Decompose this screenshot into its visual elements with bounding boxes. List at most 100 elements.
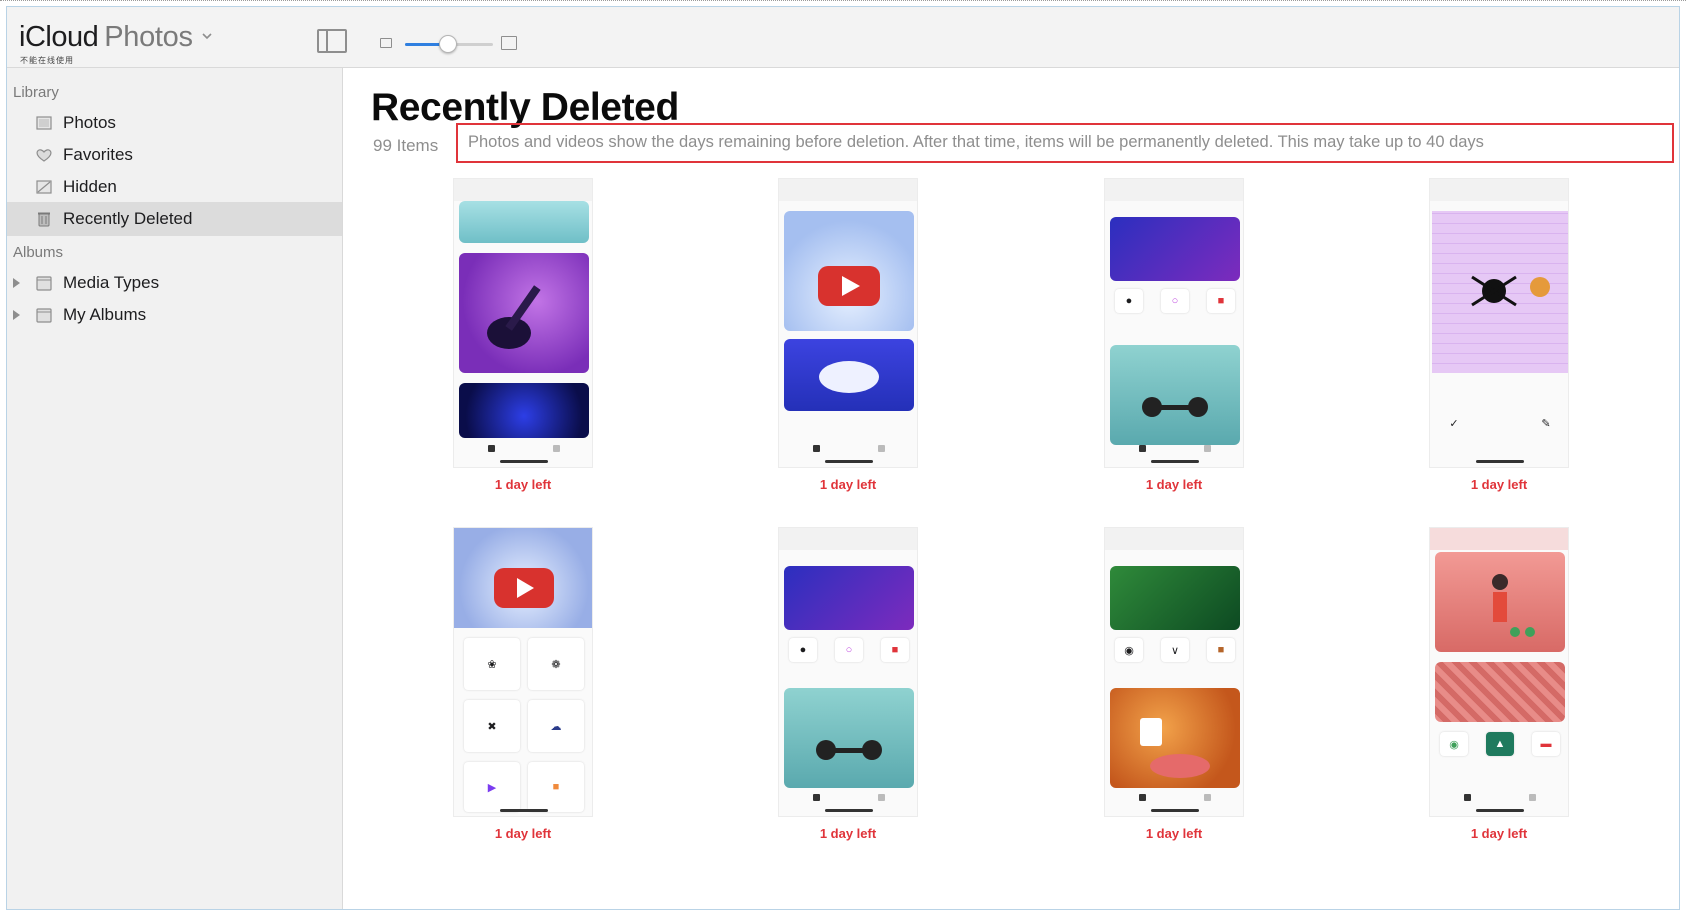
app-icon: ◉ bbox=[1440, 732, 1468, 756]
app-icon: ● bbox=[789, 638, 817, 662]
photo-thumbnail[interactable]: 1 day left bbox=[453, 178, 593, 492]
sidebar-item-hidden[interactable]: Hidden bbox=[7, 170, 342, 204]
zoom-out-icon[interactable] bbox=[380, 38, 392, 48]
days-left-label: 1 day left bbox=[494, 477, 552, 492]
tab-bar bbox=[813, 794, 885, 802]
card-nature bbox=[1110, 566, 1240, 630]
sidebar-item-photos[interactable]: Photos bbox=[7, 106, 342, 140]
sidebar: Library Photos Favorites Hidden Recently… bbox=[7, 68, 343, 909]
home-indicator bbox=[825, 809, 873, 812]
app-icon: ● bbox=[1115, 289, 1143, 313]
dumbbell-icon bbox=[1142, 397, 1208, 417]
item-count: 99 Items bbox=[373, 136, 439, 155]
card-neon bbox=[459, 383, 589, 438]
card-coffee bbox=[1110, 688, 1240, 788]
icon-row: ● ○ ■ bbox=[789, 638, 909, 662]
days-left-label: 1 day left bbox=[1470, 826, 1528, 841]
card-fitness bbox=[784, 688, 914, 788]
section-label-library: Library bbox=[13, 84, 59, 101]
app-icon: ❁ bbox=[528, 638, 584, 690]
screenshot-preview: ◉ ▲ ▬ bbox=[1429, 527, 1569, 817]
home-indicator bbox=[1151, 460, 1199, 463]
screenshot-preview: ❀ ❁ ✖ ☁ ▶ ■ bbox=[453, 527, 593, 817]
tab-bar bbox=[1139, 445, 1211, 453]
photo-thumbnail[interactable]: ◉ ∨ ■ 1 day left bbox=[1104, 527, 1244, 841]
tab-bar bbox=[488, 445, 560, 453]
toolbar: iCloud Photos 不能在线使用 bbox=[7, 7, 1679, 68]
sidebar-item-my-albums[interactable]: My Albums bbox=[7, 298, 342, 332]
zoom-in-icon[interactable] bbox=[501, 36, 517, 50]
folder-icon bbox=[36, 308, 52, 323]
screenshot-preview bbox=[778, 178, 918, 468]
tool-icon: ✎ bbox=[1541, 417, 1551, 430]
app-icon: ∨ bbox=[1161, 638, 1189, 662]
photo-thumbnail[interactable]: ◉ ▲ ▬ 1 day left bbox=[1429, 527, 1569, 841]
photo-thumbnail[interactable]: ● ○ ■ 1 day left bbox=[778, 527, 918, 841]
app-icon: ▶ bbox=[464, 762, 520, 812]
card-social bbox=[784, 566, 914, 630]
sidebar-item-label: My Albums bbox=[63, 305, 147, 324]
app-icon: ■ bbox=[881, 638, 909, 662]
days-left-label: 1 day left bbox=[1145, 477, 1203, 492]
tab-bar bbox=[1139, 794, 1211, 802]
card-person bbox=[1435, 552, 1565, 652]
zoom-slider-thumb[interactable] bbox=[439, 35, 457, 53]
main-content: Recently Deleted 99 Items Photos and vid… bbox=[343, 68, 1679, 909]
card-youtube bbox=[784, 211, 914, 331]
trash-icon bbox=[38, 212, 50, 227]
screenshot-preview: ● ○ ■ bbox=[1104, 178, 1244, 468]
photo-thumbnail[interactable]: ❀ ❁ ✖ ☁ ▶ ■ 1 day left bbox=[453, 527, 593, 841]
icon-grid-row: ▶ ■ bbox=[464, 762, 584, 812]
card-teal bbox=[459, 201, 589, 243]
app-icon: ▬ bbox=[1532, 732, 1560, 756]
sidebar-toggle-icon[interactable] bbox=[317, 29, 347, 53]
photo-thumbnail[interactable]: 1 day left bbox=[778, 178, 918, 492]
status-bar bbox=[1105, 528, 1243, 550]
app-icon: ■ bbox=[1207, 638, 1235, 662]
days-left-label: 1 day left bbox=[1145, 826, 1203, 841]
icon-grid-row: ✖ ☁ bbox=[464, 700, 584, 752]
home-indicator bbox=[825, 460, 873, 463]
icon-row: ◉ ▲ ▬ bbox=[1440, 732, 1560, 756]
photo-thumbnail[interactable]: ✓ ✎ 1 day left bbox=[1429, 178, 1569, 492]
chevron-down-icon bbox=[202, 33, 212, 40]
home-indicator bbox=[1476, 809, 1524, 812]
disclosure-triangle-icon[interactable] bbox=[13, 278, 20, 288]
card-editor bbox=[1432, 211, 1568, 373]
card-pipes bbox=[1435, 662, 1565, 722]
editor-tools: ✓ ✎ bbox=[1440, 411, 1560, 435]
app-brand-menu[interactable]: iCloud Photos bbox=[19, 21, 213, 54]
app-window: iCloud Photos 不能在线使用 Library Photos Favor… bbox=[6, 6, 1680, 910]
days-left-label: 1 day left bbox=[494, 826, 552, 841]
status-bar bbox=[1430, 179, 1568, 201]
person-icon bbox=[1492, 574, 1535, 637]
card-social bbox=[1110, 217, 1240, 281]
screenshot-preview: ✓ ✎ bbox=[1429, 178, 1569, 468]
sidebar-item-label: Favorites bbox=[63, 145, 133, 164]
guitar-icon bbox=[487, 285, 541, 349]
sidebar-item-media-types[interactable]: Media Types bbox=[7, 266, 342, 300]
hidden-icon bbox=[36, 180, 52, 194]
photo-thumbnail[interactable]: ● ○ ■ 1 day left bbox=[1104, 178, 1244, 492]
app-icon: ■ bbox=[1207, 289, 1235, 313]
youtube-icon bbox=[818, 266, 880, 306]
icon-row: ◉ ∨ ■ bbox=[1115, 638, 1235, 662]
home-indicator bbox=[500, 460, 548, 463]
card-youtube bbox=[454, 528, 592, 628]
sidebar-item-recently-deleted[interactable]: Recently Deleted bbox=[7, 202, 342, 236]
sidebar-item-favorites[interactable]: Favorites bbox=[7, 138, 342, 172]
deletion-notice: Photos and videos show the days remainin… bbox=[456, 123, 1674, 163]
folder-icon bbox=[36, 276, 52, 291]
days-left-label: 1 day left bbox=[819, 477, 877, 492]
top-dotted-edge bbox=[0, 0, 1686, 3]
card-gamepad bbox=[784, 339, 914, 411]
section-label-albums: Albums bbox=[13, 244, 64, 261]
home-indicator bbox=[1476, 460, 1524, 463]
tab-bar bbox=[813, 445, 885, 453]
card-fitness bbox=[1110, 345, 1240, 445]
app-icon: ■ bbox=[528, 762, 584, 812]
disclosure-triangle-icon[interactable] bbox=[13, 310, 20, 320]
app-icon: ○ bbox=[835, 638, 863, 662]
screenshot-preview: ◉ ∨ ■ bbox=[1104, 527, 1244, 817]
status-bar bbox=[454, 179, 592, 201]
